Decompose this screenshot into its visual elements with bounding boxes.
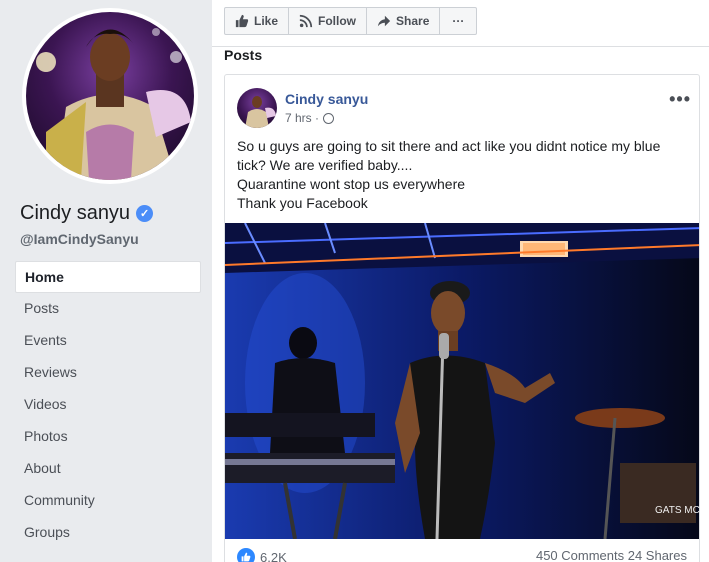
sidebar-item-about[interactable]: About: [15, 453, 201, 485]
post-options-icon[interactable]: •••: [669, 89, 691, 110]
posts-section-title: Posts: [224, 47, 263, 63]
sidebar-item-events[interactable]: Events: [15, 325, 201, 357]
page-actions-bar: Like Follow Share ···: [224, 7, 478, 35]
more-dots-icon: ···: [452, 14, 465, 28]
sidebar-item-groups[interactable]: Groups: [15, 517, 201, 549]
sidebar-item-community[interactable]: Community: [15, 485, 201, 517]
page-name-text: Cindy sanyu: [20, 202, 131, 224]
sidebar-item-reviews[interactable]: Reviews: [15, 357, 201, 389]
post-timestamp[interactable]: 7 hrs ·: [285, 111, 319, 125]
like-reaction-icon: [237, 548, 255, 562]
reactions-summary[interactable]: 6.2K: [237, 548, 287, 562]
share-arrow-icon: [377, 15, 391, 27]
page-handle[interactable]: @IamCindySanyu: [20, 231, 139, 247]
sidebar-item-videos[interactable]: Videos: [15, 389, 201, 421]
post-author-avatar[interactable]: [237, 88, 277, 128]
verified-badge-icon: ✓: [136, 205, 154, 222]
share-button[interactable]: Share: [367, 8, 441, 34]
left-column: Cindy sanyu ✓ @IamCindySanyu Home Posts …: [0, 0, 212, 562]
sidebar-item-home[interactable]: Home: [15, 261, 201, 293]
more-options-button[interactable]: ···: [440, 8, 476, 34]
post-text: So u guys are going to sit there and act…: [237, 137, 687, 213]
concert-photo: GATS MC: [225, 223, 700, 539]
post-photo[interactable]: GATS MC: [225, 223, 700, 539]
share-label: Share: [396, 14, 430, 28]
post-text-line: So u guys are going to sit there and act…: [237, 138, 661, 173]
comments-shares-count[interactable]: 450 Comments 24 Shares: [536, 548, 687, 562]
globe-icon: [323, 112, 335, 124]
sidebar-item-photos[interactable]: Photos: [15, 421, 201, 453]
like-label: Like: [254, 14, 279, 28]
post-author-name[interactable]: Cindy sanyu: [285, 91, 368, 107]
follow-label: Follow: [318, 14, 357, 28]
like-button[interactable]: Like: [225, 8, 290, 34]
avatar-image: [36, 28, 191, 180]
reaction-count: 6.2K: [260, 549, 287, 562]
post-card: Cindy sanyu 7 hrs · ••• So u guys are go…: [224, 74, 700, 562]
profile-picture[interactable]: [22, 8, 198, 184]
thumbs-up-icon: [235, 14, 249, 28]
avatar: [26, 12, 194, 180]
photo-watermark: GATS MC: [655, 505, 700, 516]
sidebar-item-posts[interactable]: Posts: [15, 293, 201, 325]
sidebar-nav: Home Posts Events Reviews Videos Photos …: [15, 261, 201, 549]
follow-button[interactable]: Follow: [289, 8, 368, 34]
main-column: Like Follow Share ··· Posts Cindy sanyu …: [212, 0, 709, 562]
rss-follow-icon: [299, 14, 313, 28]
header-divider: [212, 46, 709, 47]
post-meta: 7 hrs ·: [285, 111, 335, 125]
page-name[interactable]: Cindy sanyu ✓: [20, 202, 154, 225]
post-text-line: Quarantine wont stop us everywhere: [237, 176, 466, 192]
post-text-line: Thank you Facebook: [237, 195, 368, 211]
post-avatar-image: [245, 96, 276, 128]
